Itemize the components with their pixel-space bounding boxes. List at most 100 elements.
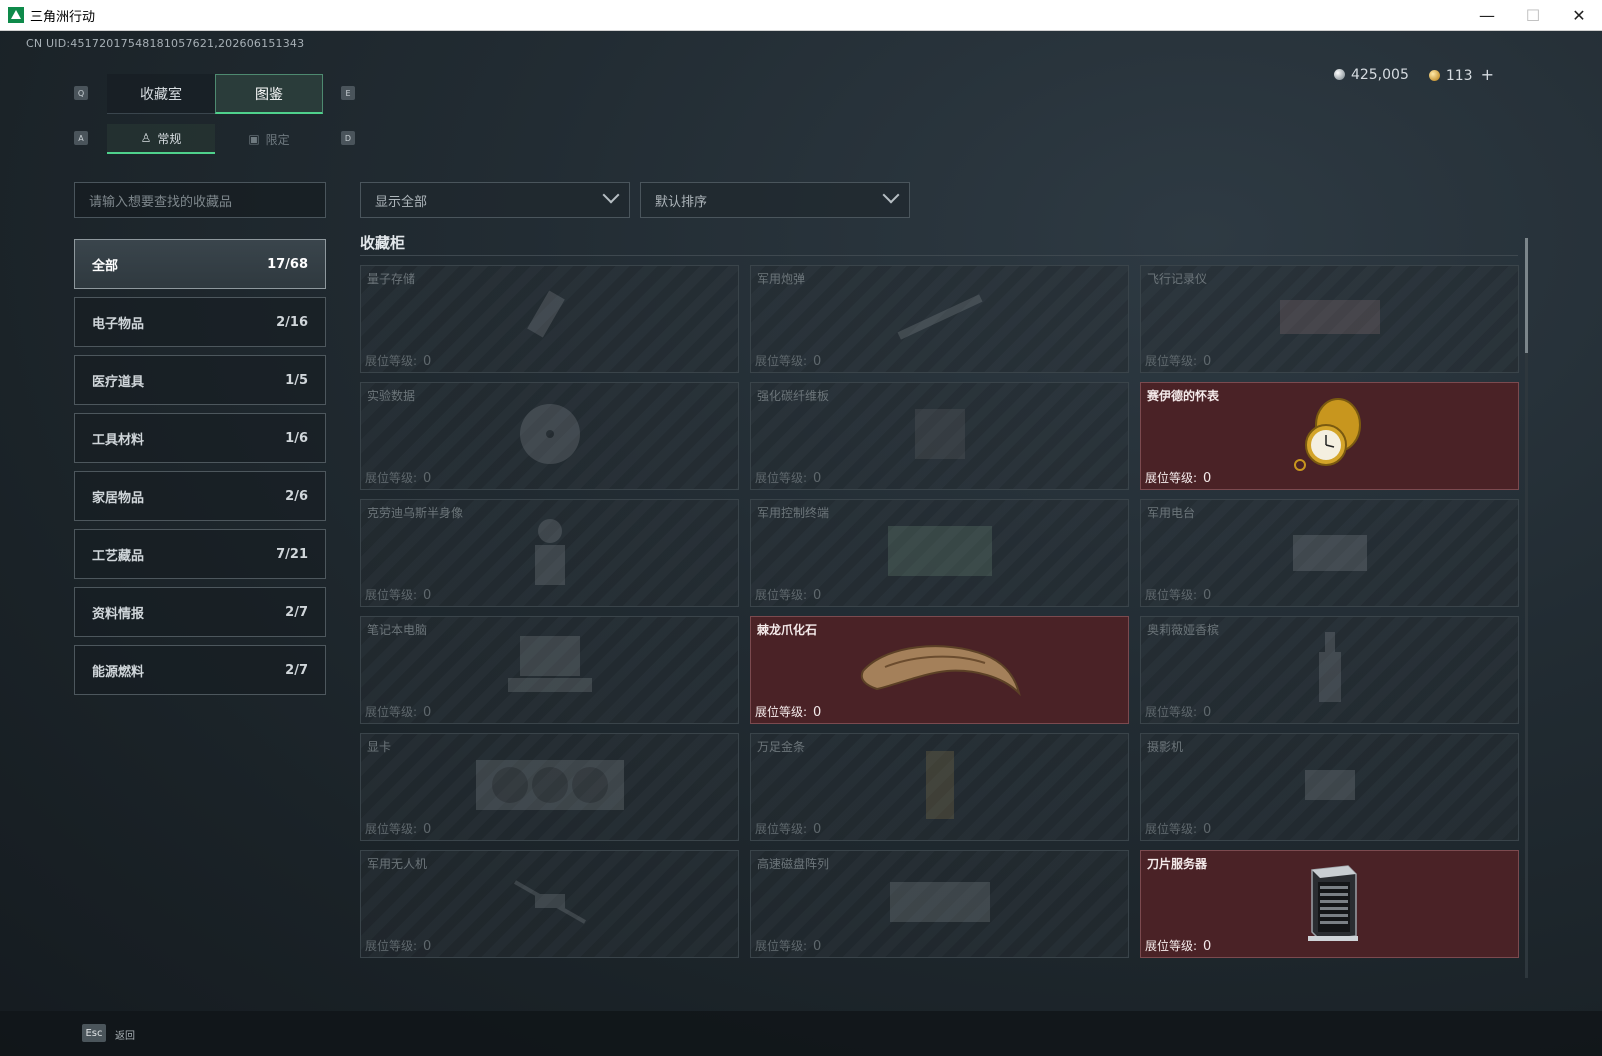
category-label: 资料情报 <box>92 606 145 622</box>
silver-currency: 425,005 <box>1333 67 1409 83</box>
category-electronics[interactable]: 电子物品 2/16 <box>74 297 326 347</box>
blade-server-icon <box>1298 862 1362 946</box>
booth-level: 展位等级: 0 <box>1145 352 1211 369</box>
booth-level-value: 0 <box>1203 354 1212 369</box>
game-screen: CN UID:45172017548181057621,202606151343… <box>0 31 1602 1056</box>
category-energy[interactable]: 能源燃料 2/7 <box>74 645 326 695</box>
radio-icon <box>1285 521 1375 585</box>
booth-level-label: 展位等级: <box>365 822 418 836</box>
main-tabs: 收藏室 图鉴 <box>107 74 323 114</box>
collection-card[interactable]: 军用控制终端 展位等级: 0 <box>750 499 1129 607</box>
collection-card[interactable]: 棘龙爪化石 展位等级: 0 <box>750 616 1129 724</box>
category-medical[interactable]: 医疗道具 1/5 <box>74 355 326 405</box>
category-label: 全部 <box>92 258 119 274</box>
category-crafts[interactable]: 工艺藏品 7/21 <box>74 529 326 579</box>
category-count: 1/5 <box>285 372 308 388</box>
booth-level-value: 0 <box>423 939 432 954</box>
app-logo-icon <box>8 7 24 23</box>
collection-card[interactable]: 量子存储 展位等级: 0 <box>360 265 739 373</box>
category-tools[interactable]: 工具材料 1/6 <box>74 413 326 463</box>
item-name: 量子存储 <box>367 272 416 286</box>
gold-amount: 113 <box>1445 68 1473 84</box>
item-name: 刀片服务器 <box>1147 857 1208 871</box>
window-title: 三角洲行动 <box>30 9 96 25</box>
scrollbar-thumb[interactable] <box>1525 238 1528 353</box>
booth-level-value: 0 <box>1203 471 1212 486</box>
booth-level-value: 0 <box>813 939 822 954</box>
booth-level-label: 展位等级: <box>365 354 418 368</box>
back-label[interactable]: 返回 <box>115 1027 135 1042</box>
collection-card[interactable]: 奥莉薇娅香槟 展位等级: 0 <box>1140 616 1519 724</box>
category-count: 2/7 <box>285 662 308 678</box>
category-count: 1/6 <box>285 430 308 446</box>
currency-bar: 425,005 113 + <box>1333 65 1494 84</box>
collection-card[interactable]: 飞行记录仪 展位等级: 0 <box>1140 265 1519 373</box>
silver-coin-icon <box>1333 68 1345 80</box>
tab-codex[interactable]: 图鉴 <box>215 74 323 114</box>
item-name: 笔记本电脑 <box>367 623 428 637</box>
category-intel[interactable]: 资料情报 2/7 <box>74 587 326 637</box>
collection-card[interactable]: 刀片服务器 展位等级: 0 <box>1140 850 1519 958</box>
add-currency-button[interactable]: + <box>1481 65 1494 84</box>
booth-level-label: 展位等级: <box>365 705 418 719</box>
item-name: 实验数据 <box>367 389 416 403</box>
tab-limited[interactable]: ▣ 限定 <box>215 124 323 154</box>
section-divider <box>360 255 1518 256</box>
minimize-button[interactable]: — <box>1464 0 1510 31</box>
item-name: 军用无人机 <box>367 857 428 871</box>
booth-level-label: 展位等级: <box>755 939 808 953</box>
booth-level: 展位等级: 0 <box>755 586 821 603</box>
item-name: 奥莉薇娅香槟 <box>1147 623 1220 637</box>
booth-level-label: 展位等级: <box>365 471 418 485</box>
booth-level: 展位等级: 0 <box>755 469 821 486</box>
booth-level-label: 展位等级: <box>755 354 808 368</box>
collection-card[interactable]: 军用无人机展位等级: 0 <box>360 850 739 958</box>
category-household[interactable]: 家居物品 2/6 <box>74 471 326 521</box>
booth-level: 展位等级: 0 <box>1145 469 1211 486</box>
tab-collection-room[interactable]: 收藏室 <box>107 74 215 114</box>
booth-level: 展位等级: 0 <box>1145 586 1211 603</box>
item-name: 强化碳纤维板 <box>757 389 830 403</box>
booth-level-label: 展位等级: <box>365 939 418 953</box>
item-name: 万足金条 <box>757 740 806 754</box>
sort-dropdown-value: 默认排序 <box>655 194 708 210</box>
category-count: 2/6 <box>285 488 308 504</box>
claw-fossil-icon <box>855 633 1025 707</box>
collection-card[interactable]: 摄影机 展位等级: 0 <box>1140 733 1519 841</box>
collection-card[interactable]: 实验数据 展位等级: 0 <box>360 382 739 490</box>
category-label: 家居物品 <box>92 490 145 506</box>
collection-card[interactable]: 万足金条 展位等级: 0 <box>750 733 1129 841</box>
filter-dropdown[interactable]: 显示全部 <box>360 182 630 218</box>
search-input[interactable]: 请输入想要查找的收藏品 <box>74 182 326 218</box>
esc-key-hint[interactable]: Esc <box>82 1024 106 1042</box>
collection-card[interactable]: 克劳迪乌斯半身像 展位等级: 0 <box>360 499 739 607</box>
booth-level-label: 展位等级: <box>1145 705 1198 719</box>
booth-level: 展位等级: 0 <box>1145 703 1211 720</box>
collection-card[interactable]: 高速磁盘阵列 展位等级: 0 <box>750 850 1129 958</box>
collection-card[interactable]: 赛伊德的怀表 展位等级: 0 <box>1140 382 1519 490</box>
booth-level-value: 0 <box>813 354 822 369</box>
booth-level: 展位等级: 0 <box>755 352 821 369</box>
category-label: 医疗道具 <box>92 374 145 390</box>
shell-icon <box>885 287 995 351</box>
sort-dropdown[interactable]: 默认排序 <box>640 182 910 218</box>
key-hint-q: Q <box>74 86 88 100</box>
collection-card[interactable]: 显卡 展位等级: 0 <box>360 733 739 841</box>
booth-level: 展位等级: 0 <box>365 703 431 720</box>
window-controls: — ☐ ✕ <box>1464 0 1602 31</box>
item-name: 克劳迪乌斯半身像 <box>367 506 464 520</box>
collection-card[interactable]: 军用炮弹 展位等级: 0 <box>750 265 1129 373</box>
item-name: 摄影机 <box>1147 740 1184 754</box>
category-label: 工艺藏品 <box>92 548 145 564</box>
gold-currency: 113 + <box>1428 65 1494 84</box>
close-button[interactable]: ✕ <box>1556 0 1602 31</box>
collection-card[interactable]: 笔记本电脑展位等级: 0 <box>360 616 739 724</box>
tab-regular[interactable]: ♙ 常规 <box>107 124 215 154</box>
booth-level-value: 0 <box>813 705 822 720</box>
gold-bar-icon <box>920 745 960 829</box>
collection-card[interactable]: 军用电台 展位等级: 0 <box>1140 499 1519 607</box>
maximize-button[interactable]: ☐ <box>1510 0 1556 31</box>
category-all[interactable]: 全部 17/68 <box>74 239 326 289</box>
booth-level: 展位等级: 0 <box>755 703 821 720</box>
collection-card[interactable]: 强化碳纤维板 展位等级: 0 <box>750 382 1129 490</box>
